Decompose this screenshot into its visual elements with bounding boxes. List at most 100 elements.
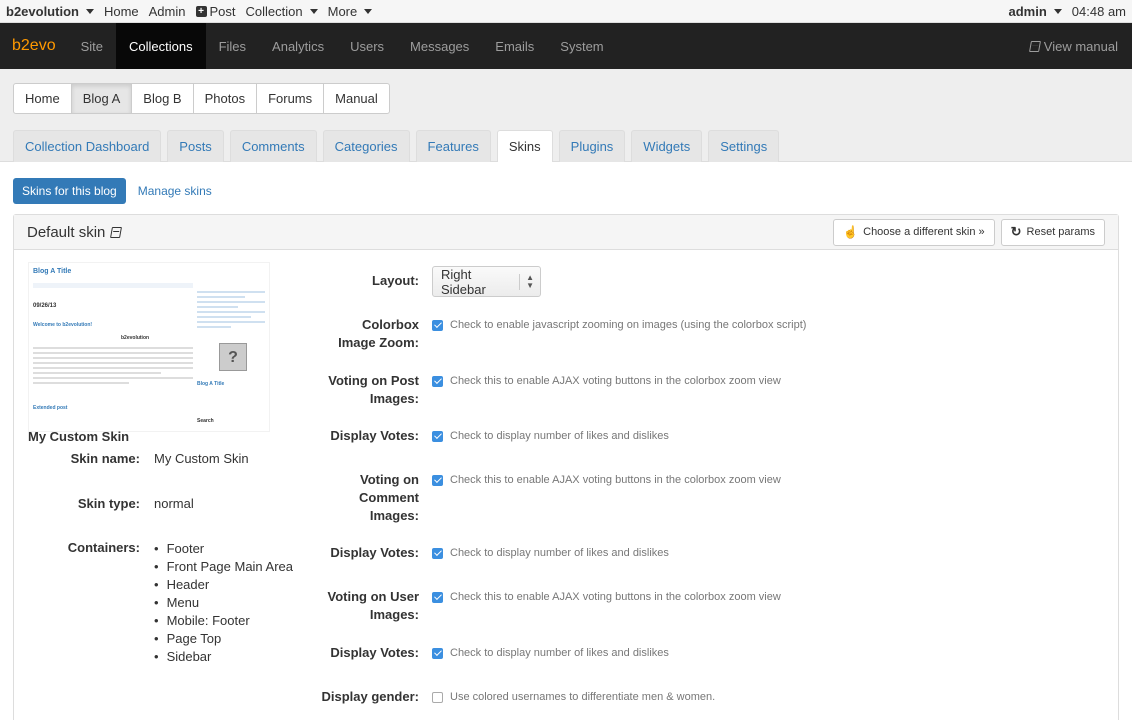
tab-collection-dashboard[interactable]: Collection Dashboard [13,130,162,162]
list-item: Sidebar [154,647,293,665]
skins-for-this-blog-pill[interactable]: Skins for this blog [13,178,126,204]
evobar-time: 04:48 am [1071,3,1126,19]
nav-users[interactable]: Users [337,23,397,69]
display-votes-row-2: Display Votes: Check to display number o… [330,544,669,562]
nav-messages[interactable]: Messages [397,23,482,69]
colorbox-checkbox-label[interactable]: Check to enable javascript zooming on im… [432,316,806,334]
display-gender-row: Display gender: Use colored usernames to… [321,688,716,706]
skin-type-row: Skin type: normal [77,496,194,511]
collection-home[interactable]: Home [14,84,72,113]
display-gender-checkbox-label[interactable]: Use colored usernames to differentiate m… [432,688,715,706]
evobar-home-link[interactable]: Home [104,4,139,19]
voting-post-images-row: Voting on Post Images: Check this to enab… [328,372,781,406]
voting-user-checkbox-label[interactable]: Check this to enable AJAX voting buttons… [432,588,781,606]
evobar-post-link[interactable]: + Post [195,4,236,19]
skin-heading: My Custom Skin [28,429,130,444]
display-votes-checkbox-label-2[interactable]: Check to display number of likes and dis… [432,544,669,562]
nav-collections[interactable]: Collections [116,23,206,69]
caret-down-icon [364,8,373,14]
containers-list: Footer Front Page Main Area Header Menu … [154,539,293,665]
display-votes-checkbox-3[interactable] [432,647,443,659]
reset-params-button[interactable]: ↻ Reset params [1000,218,1105,246]
preview-welcome: Welcome to b2evolution! [33,322,93,328]
display-votes-checkbox-label-1[interactable]: Check to display number of likes and dis… [432,427,669,445]
display-votes-row-3: Display Votes: Check to display number o… [330,644,669,662]
voting-user-checkbox[interactable] [432,591,443,603]
nav-site[interactable]: Site [68,23,116,69]
skin-name-value: My Custom Skin [154,451,249,466]
manage-skins-link[interactable]: Manage skins [138,184,212,198]
evobar-user-menu[interactable]: admin [1009,4,1062,19]
book-icon [1028,40,1041,52]
tab-skins[interactable]: Skins [496,130,553,162]
colorbox-row: Colorbox Image Zoom: Check to enable java… [338,316,807,350]
nav-files[interactable]: Files [206,23,259,69]
collection-subtabs: Collection Dashboard Posts Comments Cate… [13,130,785,162]
collection-photos[interactable]: Photos [194,84,258,113]
display-votes-checkbox-label-3[interactable]: Check to display number of likes and dis… [432,644,669,662]
view-manual-link[interactable]: View manual [1016,23,1132,69]
nav-analytics[interactable]: Analytics [259,23,337,69]
collection-header: Home Blog A Blog B Photos Forums Manual … [0,69,1132,162]
panel-heading: Default skin ☝ Choose a different skin » … [14,215,1118,250]
list-item: Page Top [154,629,293,647]
evobar: b2evolution Home Admin + Post Collection … [0,0,1132,23]
voting-comment-checkbox-label[interactable]: Check this to enable AJAX voting buttons… [432,471,781,489]
display-votes-checkbox-2[interactable] [432,547,443,559]
preview-logo: b2evolution [121,335,150,341]
tab-features[interactable]: Features [415,130,491,162]
collection-selector: Home Blog A Blog B Photos Forums Manual [13,83,390,114]
preview-sidebar-title: Blog A Title [197,381,225,387]
tab-settings[interactable]: Settings [708,130,780,162]
skin-preview-image: Blog A Title 09/26/13 Welcome to b2evolu… [28,262,270,432]
tab-comments[interactable]: Comments [229,130,317,162]
evobar-collection-menu[interactable]: Collection [246,4,318,19]
preview-blog-title: Blog A Title [33,268,72,275]
tab-categories[interactable]: Categories [322,130,410,162]
display-gender-checkbox[interactable] [432,691,443,703]
preview-date: 09/26/13 [33,303,57,309]
voting-comment-checkbox[interactable] [432,474,443,486]
skin-name-row: Skin name: My Custom Skin [70,451,249,466]
preview-search: Search [197,418,214,424]
voting-comment-images-row: Voting on Comment Images: Check this to en… [359,471,781,523]
list-item: Front Page Main Area [154,557,293,575]
voting-post-checkbox[interactable] [432,375,443,387]
main-navbar: b2evo Site Collections Files Analytics U… [0,23,1132,69]
display-votes-checkbox-1[interactable] [432,430,443,442]
list-item: Footer [154,539,293,557]
tab-posts[interactable]: Posts [167,130,224,162]
nav-emails[interactable]: Emails [482,23,547,69]
tab-plugins[interactable]: Plugins [558,130,626,162]
skin-containers-row: Containers: Footer Front Page Main Area … [28,540,293,665]
caret-down-icon [85,8,94,14]
list-item: Menu [154,593,293,611]
list-item: Header [154,575,293,593]
list-item: Mobile: Footer [154,611,293,629]
collection-blog-a[interactable]: Blog A [71,84,133,113]
tab-widgets[interactable]: Widgets [631,130,703,162]
evobar-more-menu[interactable]: More [328,4,373,19]
colorbox-checkbox[interactable] [432,319,443,331]
caret-down-icon [309,8,318,14]
panel-title: Default skin [27,224,123,241]
display-votes-row-1: Display Votes: Check to display number o… [330,427,669,445]
evobar-admin-link[interactable]: Admin [149,4,186,19]
b2evo-logo[interactable]: b2evo [0,23,68,69]
voting-post-checkbox-label[interactable]: Check this to enable AJAX voting buttons… [432,372,781,390]
collection-manual[interactable]: Manual [324,84,389,113]
collection-blog-b[interactable]: Blog B [132,84,194,113]
evobar-brand-menu[interactable]: b2evolution [6,4,94,19]
book-icon[interactable] [110,226,123,238]
choose-different-skin-button[interactable]: ☝ Choose a different skin » [833,218,995,246]
nav-system[interactable]: System [547,23,616,69]
caret-down-icon [1053,8,1062,14]
skin-pills: Skins for this blog Manage skins [0,162,1132,204]
hand-pointer-icon: ☝ [843,225,859,239]
layout-select[interactable]: Right Sidebar ▲ ▼ [432,266,541,297]
select-arrows-icon: ▲ ▼ [519,273,534,290]
collection-forums[interactable]: Forums [257,84,325,113]
skin-type-value: normal [154,496,194,511]
voting-user-images-row: Voting on User Images: Check this to enab… [327,588,781,622]
plus-square-icon: + [195,5,207,17]
